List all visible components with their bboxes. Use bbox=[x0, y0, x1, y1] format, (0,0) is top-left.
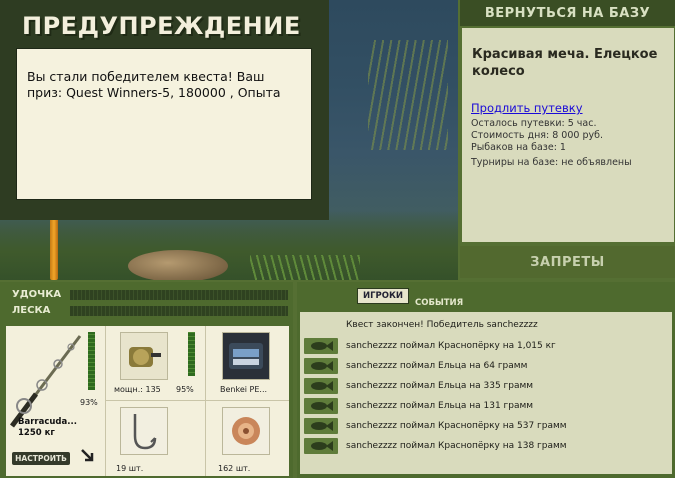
hooks-slot[interactable]: 19 шт. bbox=[106, 401, 206, 476]
catch-item: sanchezzzz поймал Краснопёрку на 1,015 к… bbox=[346, 341, 556, 351]
renew-pass-link[interactable]: Продлить путевку bbox=[471, 101, 583, 115]
warning-dialog: ПРЕДУПРЕЖДЕНИЕ Вы стали победителем квес… bbox=[0, 0, 329, 220]
rod-condition-bar bbox=[88, 332, 95, 390]
bans-button[interactable]: ЗАПРЕТЫ bbox=[460, 246, 675, 278]
line-slot[interactable]: Benkei PE... bbox=[206, 326, 289, 401]
rod-meter: УДОЧКА bbox=[0, 288, 293, 302]
fish-icon bbox=[304, 438, 338, 454]
rod-in-scene bbox=[50, 215, 58, 280]
line-name: Benkei PE... bbox=[220, 385, 268, 394]
fish-icon bbox=[304, 358, 338, 374]
reel-power: мощн.: 135 bbox=[114, 385, 161, 394]
base-stat-tournaments: Турниры на базе: не объявлены bbox=[471, 157, 632, 168]
bait-count: 162 шт. bbox=[218, 464, 251, 473]
reel-percent: 95% bbox=[176, 385, 194, 394]
arrow-down-right-icon[interactable] bbox=[80, 448, 96, 464]
reel-condition-bar bbox=[188, 332, 195, 376]
line-meter-label: ЛЕСКА bbox=[12, 305, 51, 316]
setup-label: НАСТРОИТЬ bbox=[15, 454, 67, 463]
tab-players[interactable]: ИГРОКИ bbox=[357, 288, 409, 304]
bans-label: ЗАПРЕТЫ bbox=[530, 254, 605, 270]
rod-percent: 93% bbox=[80, 398, 98, 407]
setup-button[interactable]: НАСТРОИТЬ bbox=[12, 452, 70, 465]
rock bbox=[128, 250, 228, 280]
reel-slot[interactable]: мощн.: 135 95% bbox=[106, 326, 206, 401]
base-stat-day-cost: Стоимость дня: 8 000 руб. bbox=[471, 130, 603, 141]
bait-icon bbox=[222, 407, 270, 455]
base-stat-anglers: Рыбаков на базе: 1 bbox=[471, 142, 566, 153]
hook-icon bbox=[120, 407, 168, 455]
fish-icon bbox=[304, 398, 338, 414]
reel-icon bbox=[120, 332, 168, 380]
base-info-panel: Красивая меча. Елецкое колесо Продлить п… bbox=[462, 28, 674, 242]
base-name: Красивая меча. Елецкое колесо bbox=[472, 47, 658, 79]
quest-message: Квест закончен! Победитель sanchezzzz bbox=[346, 320, 538, 330]
line-meter: ЛЕСКА bbox=[0, 304, 293, 318]
return-to-base-label: ВЕРНУТЬСЯ НА БАЗУ bbox=[484, 5, 651, 21]
line-tension-bar bbox=[70, 306, 288, 316]
rod-tension-bar bbox=[70, 290, 288, 300]
fish-icon bbox=[304, 378, 338, 394]
tackle-slots: 93% Barracuda... 1250 кг НАСТРОИТЬ мощн.… bbox=[6, 326, 289, 476]
catch-item: sanchezzzz поймал Краснопёрку на 537 гра… bbox=[346, 421, 567, 431]
rod-slot[interactable]: 93% Barracuda... 1250 кг НАСТРОИТЬ bbox=[6, 326, 106, 476]
line-spool-icon bbox=[222, 332, 270, 380]
warning-message: Вы стали победителем квеста! Ваш приз: Q… bbox=[27, 69, 281, 100]
tab-events-label: СОБЫТИЯ bbox=[415, 298, 464, 308]
fish-icon bbox=[304, 338, 338, 354]
warning-title: ПРЕДУПРЕЖДЕНИЕ bbox=[22, 12, 301, 40]
fish-icon bbox=[304, 418, 338, 434]
tab-events[interactable]: СОБЫТИЯ bbox=[415, 290, 463, 309]
shore bbox=[0, 210, 458, 280]
catch-item: sanchezzzz поймал Ельца на 335 грамм bbox=[346, 381, 534, 391]
tackle-panel: УДОЧКА ЛЕСКА 93% Barracuda... 1250 кг НА… bbox=[0, 282, 293, 478]
warning-body: Вы стали победителем квеста! Ваш приз: Q… bbox=[16, 48, 312, 200]
events-panel: ИГРОКИ СОБЫТИЯ Квест закончен! Победител… bbox=[297, 282, 675, 478]
rod-weight: 1250 кг bbox=[18, 428, 55, 438]
catch-item: sanchezzzz поймал Ельца на 64 грамм bbox=[346, 361, 528, 371]
catch-item: sanchezzzz поймал Краснопёрку на 138 гра… bbox=[346, 441, 567, 451]
return-to-base-button[interactable]: ВЕРНУТЬСЯ НА БАЗУ bbox=[460, 0, 675, 26]
water-plants bbox=[250, 255, 360, 280]
base-stat-pass-left: Осталось путевки: 5 час. bbox=[471, 118, 597, 129]
rod-name: Barracuda... bbox=[18, 417, 77, 427]
rod-icon bbox=[10, 335, 82, 428]
reeds bbox=[368, 40, 448, 150]
rod-meter-label: УДОЧКА bbox=[12, 289, 62, 300]
bait-slot[interactable]: 162 шт. bbox=[206, 401, 289, 476]
tab-players-label: ИГРОКИ bbox=[362, 291, 404, 301]
hooks-count: 19 шт. bbox=[116, 464, 144, 473]
catch-item: sanchezzzz поймал Ельца на 131 грамм bbox=[346, 401, 534, 411]
events-feed: Квест закончен! Победитель sanchezzzz sa… bbox=[300, 312, 672, 474]
